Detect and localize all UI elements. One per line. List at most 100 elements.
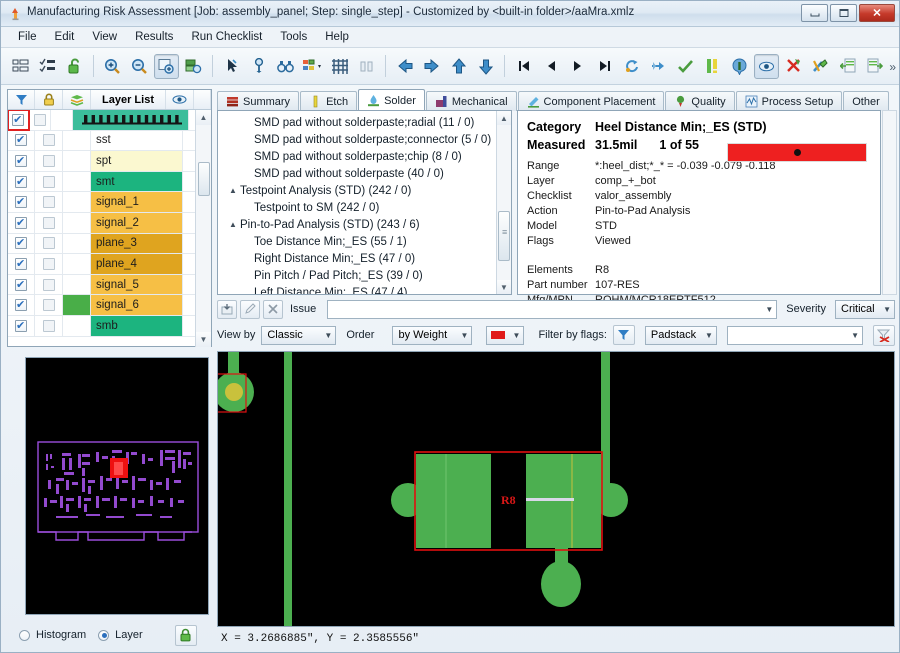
chevron-down-icon[interactable]: ▼ — [461, 331, 469, 340]
expander-icon[interactable]: ▲ — [226, 220, 240, 229]
layer-row[interactable]: plane_3 — [8, 234, 211, 255]
scroll-up-arrow[interactable]: ▲ — [196, 110, 211, 125]
tree-node[interactable]: SMD pad without solderpaste;radial (11 /… — [222, 114, 511, 131]
last-record-icon[interactable] — [592, 54, 617, 79]
layer-lock-checkbox[interactable] — [35, 131, 63, 151]
layer-row[interactable]: signal_6 — [8, 295, 211, 316]
delete-cross-icon[interactable] — [781, 54, 806, 79]
layer-color-cell[interactable] — [63, 275, 91, 295]
pcb-canvas[interactable]: R8 — [217, 351, 895, 627]
unlock-icon[interactable] — [62, 54, 87, 79]
layer-visible-checkbox[interactable] — [8, 110, 29, 130]
layer-row[interactable]: spt — [8, 151, 211, 172]
layer-name-cell[interactable]: sst — [91, 131, 183, 151]
layer-lock-checkbox[interactable] — [35, 234, 63, 254]
layer-row[interactable] — [8, 110, 211, 131]
tree-node[interactable]: Pin Pitch / Pad Pitch;_ES (39 / 0) — [222, 267, 511, 284]
tree-scrollbar[interactable]: ▲ ▼ — [496, 111, 511, 294]
layers-icon[interactable] — [63, 90, 91, 109]
up-arrow-icon[interactable] — [446, 54, 471, 79]
toolbar-overflow-button[interactable]: » — [889, 60, 896, 74]
layer-name-cell[interactable]: spt — [91, 151, 183, 171]
menu-tools[interactable]: Tools — [271, 29, 316, 45]
add-issue-icon[interactable] — [217, 300, 237, 319]
grid-icon[interactable] — [327, 54, 352, 79]
layer-name-cell[interactable]: plane_4 — [91, 254, 183, 274]
next-right-icon[interactable] — [419, 54, 444, 79]
menu-view[interactable]: View — [83, 29, 126, 45]
layer-visible-checkbox[interactable] — [8, 151, 35, 171]
severity-select[interactable]: Critical ▼ — [835, 300, 895, 319]
refresh-icon[interactable] — [619, 54, 644, 79]
zoom-out-icon[interactable] — [127, 54, 152, 79]
layer-row[interactable]: smb — [8, 316, 211, 337]
layer-color-cell[interactable] — [63, 213, 91, 233]
delete-issue-icon[interactable] — [263, 300, 283, 319]
menu-edit[interactable]: Edit — [46, 29, 84, 45]
layer-visible-checkbox[interactable] — [8, 213, 35, 233]
layer-visible-checkbox[interactable] — [8, 275, 35, 295]
previous-record-icon[interactable] — [538, 54, 563, 79]
layer-lock-checkbox[interactable] — [35, 213, 63, 233]
tree-node[interactable]: SMD pad without solderpaste;connector (5… — [222, 131, 511, 148]
layer-name-cell[interactable]: smb — [91, 316, 183, 336]
layer-row[interactable]: signal_2 — [8, 213, 211, 234]
layer-visible-checkbox[interactable] — [8, 192, 35, 212]
layer-lock-checkbox[interactable] — [29, 110, 51, 130]
approve-check-icon[interactable] — [673, 54, 698, 79]
expander-icon[interactable]: ▲ — [226, 186, 240, 195]
menu-file[interactable]: File — [9, 29, 46, 45]
tab-other[interactable]: Other — [843, 91, 889, 111]
clear-filter-icon[interactable] — [873, 325, 895, 346]
zoom-in-icon[interactable] — [100, 54, 125, 79]
prev-left-icon[interactable] — [392, 54, 417, 79]
layer-row[interactable]: smt — [8, 172, 211, 193]
layer-color-cell[interactable] — [63, 295, 91, 315]
tree-node[interactable]: ▲Pin-to-Pad Analysis (STD) (243 / 6) — [222, 216, 511, 233]
zoom-window-icon[interactable] — [154, 54, 179, 79]
tree-node[interactable]: ▲Testpoint Analysis (STD) (242 / 0) — [222, 182, 511, 199]
object-type-select[interactable]: Padstack ▼ — [645, 326, 717, 345]
tab-solder[interactable]: Solder — [358, 89, 425, 111]
tree-node[interactable]: Testpoint to SM (242 / 0) — [222, 199, 511, 216]
menu-help[interactable]: Help — [316, 29, 358, 45]
lock-green-icon[interactable] — [175, 625, 197, 646]
layer-visible-checkbox[interactable] — [8, 131, 35, 151]
tab-process-setup[interactable]: Process Setup — [736, 91, 843, 111]
view-by-select[interactable]: Classic ▼ — [261, 326, 336, 345]
layer-lock-checkbox[interactable] — [35, 172, 63, 192]
tab-etch[interactable]: Etch — [300, 91, 357, 111]
layer-lock-checkbox[interactable] — [35, 295, 63, 315]
close-button[interactable]: ✕ — [859, 4, 895, 22]
histogram-radio[interactable] — [19, 630, 30, 641]
layer-row[interactable]: signal_5 — [8, 275, 211, 296]
export-icon[interactable] — [862, 54, 887, 79]
layer-row[interactable]: sst — [8, 131, 211, 152]
layer-lock-checkbox[interactable] — [35, 151, 63, 171]
layer-visible-checkbox[interactable] — [8, 295, 35, 315]
lock-icon[interactable] — [35, 90, 63, 109]
tree-node[interactable]: Toe Distance Min;_ES (55 / 1) — [222, 233, 511, 250]
layer-color-cell[interactable] — [63, 172, 91, 192]
list-view-icon[interactable] — [8, 54, 33, 79]
skip-icon[interactable] — [646, 54, 671, 79]
filter-elements-icon[interactable] — [300, 54, 325, 79]
chevron-down-icon[interactable]: ▼ — [705, 331, 713, 340]
chevron-down-icon[interactable]: ▼ — [883, 305, 891, 314]
layer-row[interactable]: signal_1 — [8, 192, 211, 213]
issue-input[interactable]: ▼ — [327, 300, 777, 319]
compare-icon[interactable] — [354, 54, 379, 79]
order-select[interactable]: by Weight ▼ — [392, 326, 472, 345]
layer-color-cell[interactable] — [63, 131, 91, 151]
layer-visible-checkbox[interactable] — [8, 254, 35, 274]
layer-name-cell[interactable]: smt — [91, 172, 183, 192]
scroll-thumb[interactable] — [198, 162, 210, 196]
tree-scroll-up-arrow[interactable]: ▲ — [497, 111, 511, 125]
detail-scrollbar[interactable] — [882, 110, 897, 295]
layer-name-cell[interactable] — [73, 110, 189, 130]
chevron-down-icon[interactable]: ▼ — [765, 305, 773, 314]
tree-node[interactable]: Right Distance Min;_ES (47 / 0) — [222, 250, 511, 267]
layer-visible-checkbox[interactable] — [8, 234, 35, 254]
menu-run-checklist[interactable]: Run Checklist — [182, 29, 271, 45]
measure-icon[interactable] — [246, 54, 271, 79]
